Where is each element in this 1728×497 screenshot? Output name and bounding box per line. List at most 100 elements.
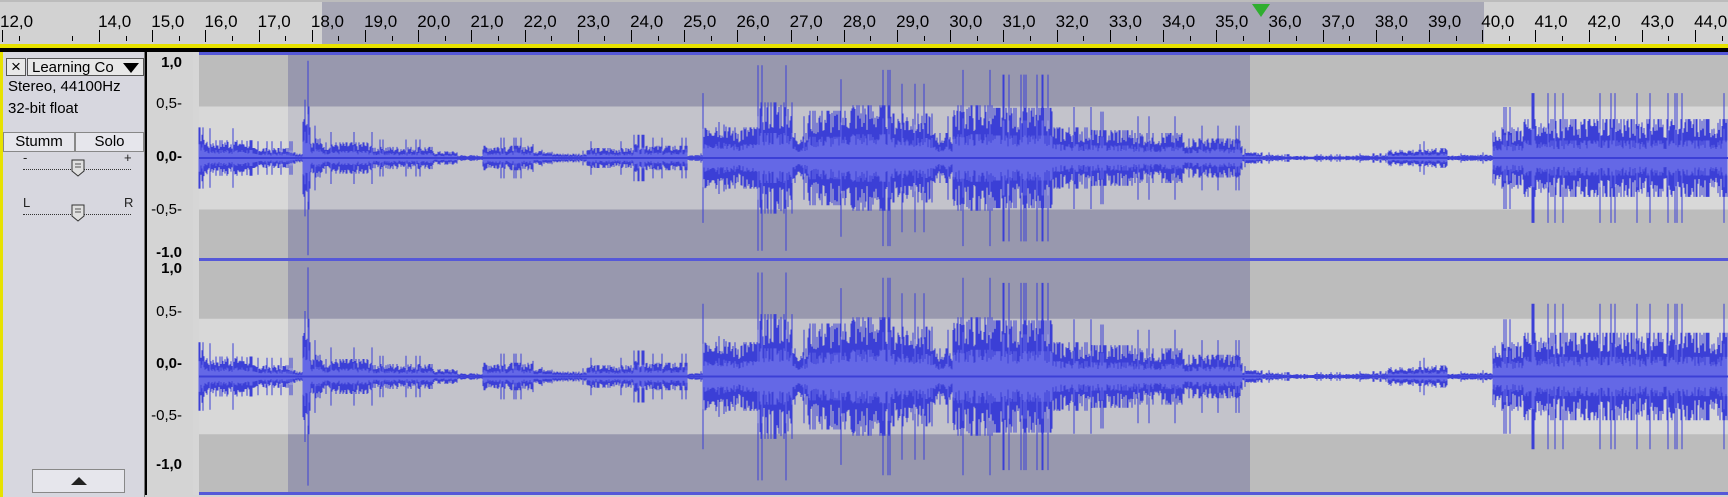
ruler-major-tick (1056, 30, 1058, 42)
ruler-minor-tick (1562, 36, 1564, 41)
ruler-major-tick (1695, 30, 1697, 42)
ruler-minor-tick (498, 36, 500, 41)
ruler-label: 41,0 (1534, 12, 1568, 31)
ruler-major-tick (1375, 30, 1377, 42)
collapse-track-button[interactable] (32, 469, 125, 493)
scale-label-half: 0,5- (156, 303, 182, 320)
track-focus-border-left (0, 52, 3, 497)
ruler-label: 12,0 (0, 12, 34, 31)
ruler-minor-tick (72, 36, 74, 41)
ruler-label: 37,0 (1321, 12, 1355, 31)
ruler-major-tick (99, 30, 101, 42)
ruler-label: 16,0 (204, 12, 238, 31)
close-track-button[interactable]: × (6, 58, 26, 76)
ruler-major-tick (790, 30, 792, 42)
waveform-channel-right[interactable] (193, 258, 1728, 495)
ruler-label: 39,0 (1428, 12, 1462, 31)
ruler-minor-tick (19, 36, 21, 41)
ruler-major-tick (1003, 30, 1005, 42)
ruler-minor-tick (1508, 36, 1510, 41)
ruler-label: 33,0 (1108, 12, 1142, 31)
scale-label-top: 1,0 (161, 260, 182, 277)
ruler-major-tick (1322, 30, 1324, 42)
ruler-major-tick (1588, 30, 1590, 42)
ruler-major-tick (1535, 30, 1537, 42)
ruler-label: 22,0 (523, 12, 557, 31)
clip-top-border (193, 258, 1728, 261)
vertical-scale-left[interactable]: 1,0 0,5- 0,0- -0,5- -1,0 (147, 52, 194, 264)
pan-slider[interactable]: L R (21, 195, 134, 224)
ruler-label: 29,0 (896, 12, 930, 31)
ruler-minor-tick (710, 36, 712, 41)
gain-min-label: - (23, 150, 28, 165)
ruler-major-tick (1641, 30, 1643, 42)
mute-button[interactable]: Stumm (3, 132, 75, 152)
ruler-minor-tick (604, 36, 606, 41)
pan-left-label: L (23, 195, 31, 210)
scale-label-neg-half: -0,5- (151, 407, 182, 424)
clip-top-border (193, 52, 1728, 55)
gain-slider-thumb[interactable] (71, 159, 85, 177)
track-name-menu-button[interactable]: Learning Co (27, 58, 144, 76)
ruler-minor-tick (976, 36, 978, 41)
ruler-major-tick (1109, 30, 1111, 42)
scale-label-zero: 0,0- (156, 355, 182, 372)
ruler-label: 17,0 (257, 12, 291, 31)
scale-label-top: 1,0 (161, 54, 182, 71)
ruler-minor-tick (1402, 36, 1404, 41)
gain-slider[interactable]: - + (21, 150, 134, 179)
ruler-minor-tick (923, 36, 925, 41)
ruler-minor-tick (1242, 36, 1244, 41)
ruler-minor-tick (1189, 36, 1191, 41)
ruler-label: 14,0 (98, 12, 132, 31)
ruler-label: 28,0 (842, 12, 876, 31)
vertical-scale-right[interactable]: 1,0 0,5- 0,0- -0,5- -1,0 (147, 258, 194, 495)
track-control-panel[interactable]: × Learning Co Stereo, 44100Hz 32-bit flo… (0, 52, 145, 497)
ruler-label: 43,0 (1640, 12, 1674, 31)
ruler-minor-tick (1136, 36, 1138, 41)
audio-track[interactable]: × Learning Co Stereo, 44100Hz 32-bit flo… (0, 48, 1728, 497)
waveform-svg[interactable] (193, 52, 1728, 264)
close-icon: × (11, 57, 21, 76)
ruler-major-tick (1163, 30, 1165, 42)
ruler-label: 36,0 (1268, 12, 1302, 31)
ruler-minor-tick (1668, 36, 1670, 41)
scale-label-zero: 0,0- (156, 148, 182, 165)
ruler-major-tick (2, 30, 3, 42)
ruler-minor-tick (1083, 36, 1085, 41)
ruler-label: 32,0 (1055, 12, 1089, 31)
ruler-label: 26,0 (736, 12, 770, 31)
track-format-line2: 32-bit float (8, 100, 79, 117)
ruler-minor-tick (817, 36, 819, 41)
ruler-minor-tick (551, 36, 553, 41)
solo-button[interactable]: Solo (75, 132, 144, 152)
ruler-major-tick (418, 30, 420, 42)
waveform-svg[interactable] (193, 258, 1728, 495)
ruler-minor-tick (285, 36, 287, 41)
waveform-channel-left[interactable] (193, 52, 1728, 264)
timeline-ruler[interactable]: 12,0 14,0 15,0 16,0 17,0 18,0 19,0 20,0 21,0 22,0… (0, 0, 1728, 44)
clip-left-edge (193, 52, 199, 264)
ruler-minor-tick (1455, 36, 1457, 41)
ruler-label: 19,0 (364, 12, 398, 31)
ruler-minor-tick (391, 36, 393, 41)
ruler-label: 34,0 (1162, 12, 1196, 31)
ruler-minor-tick (125, 36, 127, 41)
ruler-label: 38,0 (1374, 12, 1408, 31)
ruler-minor-tick (1615, 36, 1617, 41)
scale-label-bottom: -1,0 (156, 456, 182, 473)
ruler-minor-tick (444, 36, 446, 41)
dropdown-arrow-icon (123, 63, 139, 73)
track-format-line1: Stereo, 44100Hz (8, 78, 121, 95)
ruler-label: 23,0 (576, 12, 610, 31)
ruler-major-tick (684, 30, 686, 42)
play-head-marker-icon[interactable] (1251, 4, 1270, 17)
track-name-label: Learning Co (32, 59, 114, 76)
ruler-major-tick (524, 30, 526, 42)
pan-slider-thumb[interactable] (71, 204, 85, 222)
ruler-label: 27,0 (789, 12, 823, 31)
ruler-major-tick (897, 30, 899, 42)
pan-right-label: R (124, 195, 134, 210)
ruler-minor-tick (1721, 36, 1723, 41)
ruler-major-tick (1216, 30, 1218, 42)
